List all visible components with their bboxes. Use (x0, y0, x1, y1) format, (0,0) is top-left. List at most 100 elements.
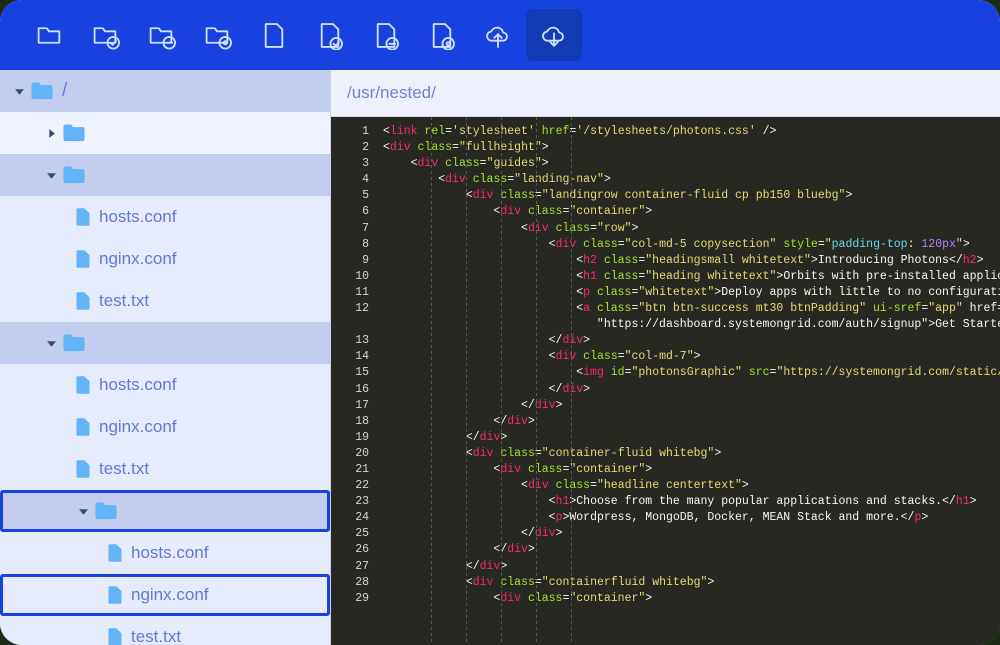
file-icon (108, 628, 122, 645)
tree-item-file[interactable]: hosts.conf (0, 532, 330, 574)
line-number: 24 (355, 511, 369, 525)
code-line: <div class="col-md-7"> (548, 350, 701, 364)
line-number: 10 (355, 269, 369, 283)
file-manager-window: / hosts.conf nginx.conf test.txt hosts.conf n… (0, 0, 1000, 645)
line-number: 18 (355, 414, 369, 428)
code-editor[interactable]: 1 2 3 4 5 6 7 8 9 10 11 12 13 14 15 16 17 18 19 20 21 22 23 24 2… (331, 117, 1000, 645)
line-number: 17 (355, 398, 369, 412)
main-pane: /usr/nested/ 1 2 3 4 5 6 7 8 9 10 11 12 13 14 15 16 17 18… (331, 70, 1000, 645)
path-bar[interactable]: /usr/nested/ (331, 70, 1000, 117)
file-label: nginx.conf (99, 249, 177, 268)
cloud-upload-icon (483, 21, 513, 50)
file-icon (76, 376, 90, 394)
code-line: </div> (521, 398, 563, 412)
tree-item-file[interactable]: test.txt (0, 448, 330, 490)
code-line: </div> (521, 527, 563, 541)
code-line: <div class="fullheight"> (383, 141, 549, 155)
file-icon (76, 418, 90, 436)
download-button[interactable] (526, 9, 582, 61)
tree-item-folder[interactable] (0, 154, 330, 196)
code-line: <p>Wordpress, MongoDB, Docker, MEAN Stac… (548, 511, 929, 525)
line-number: 14 (355, 350, 369, 364)
delete-folder-button[interactable] (134, 9, 190, 61)
line-number: 26 (355, 543, 369, 557)
tree-item-folder[interactable] (0, 322, 330, 364)
chevron-down-icon[interactable] (44, 168, 58, 182)
file-minus-icon (371, 21, 401, 50)
tree-item-folder[interactable] (0, 490, 330, 532)
line-number: 15 (355, 366, 369, 380)
code-line: <div class="guides"> (410, 157, 549, 171)
line-number: 2 (362, 141, 369, 155)
line-number: 11 (355, 285, 369, 299)
tree-item-root[interactable]: / (0, 70, 330, 112)
folder-info-button[interactable] (190, 9, 246, 61)
tree-item-file[interactable]: hosts.conf (0, 196, 330, 238)
code-line: </div> (493, 414, 535, 428)
line-number: 19 (355, 430, 369, 444)
new-file-button[interactable] (246, 9, 302, 61)
delete-file-button[interactable] (358, 9, 414, 61)
code-content[interactable]: <link rel='stylesheet' href='/stylesheet… (377, 117, 1000, 645)
new-file-check-button[interactable] (302, 9, 358, 61)
new-folder-button[interactable] (22, 9, 78, 61)
file-info-icon (427, 21, 457, 50)
code-line: <div class="container"> (493, 591, 653, 605)
tree-item-file[interactable]: nginx.conf (0, 238, 330, 280)
file-label: nginx.conf (99, 417, 177, 436)
chevron-right-icon[interactable] (44, 126, 58, 140)
cloud-download-icon (539, 21, 569, 50)
code-line: <div class="headline centertext"> (521, 479, 749, 493)
code-line: </div> (493, 543, 535, 557)
code-line: "https://dashboard.systemongrid.com/auth… (383, 318, 1000, 332)
chevron-down-icon[interactable] (12, 84, 26, 98)
file-tree-sidebar: / hosts.conf nginx.conf test.txt hosts.conf n… (0, 70, 331, 645)
tree-item-file[interactable]: test.txt (0, 616, 330, 645)
chevron-down-icon[interactable] (76, 504, 90, 518)
code-line: <div class="row"> (521, 221, 639, 235)
file-label: nginx.conf (131, 585, 209, 604)
file-label: hosts.conf (99, 375, 177, 394)
toolbar (0, 0, 1000, 70)
file-icon (108, 544, 122, 562)
line-number: 9 (362, 253, 369, 267)
folder-icon (63, 166, 85, 184)
file-label: test.txt (131, 627, 182, 645)
line-number: 13 (355, 334, 369, 348)
code-line: <div class="landing-nav"> (438, 173, 611, 187)
tree-item-folder[interactable] (0, 112, 330, 154)
code-line: <div class="col-md-5 copysection" style=… (548, 237, 970, 251)
folder-check-icon (91, 21, 121, 50)
line-number: 29 (355, 591, 369, 605)
window-body: / hosts.conf nginx.conf test.txt hosts.conf n… (0, 70, 1000, 645)
tree-item-file[interactable]: test.txt (0, 280, 330, 322)
line-number: 1 (362, 125, 369, 138)
chevron-down-icon[interactable] (44, 336, 58, 350)
file-icon (259, 21, 289, 50)
code-line: <h1 class="heading whitetext">Orbits wit… (576, 269, 1000, 283)
tree-item-file[interactable]: nginx.conf (0, 574, 330, 616)
file-icon (76, 250, 90, 268)
upload-button[interactable] (470, 9, 526, 61)
file-icon (76, 460, 90, 478)
code-line: <h1>Choose from the many popular applica… (548, 495, 977, 509)
tree-item-file[interactable]: hosts.conf (0, 364, 330, 406)
code-line: <h2 class="headingsmall whitetext">Intro… (576, 253, 984, 267)
folder-icon (63, 334, 85, 352)
file-tree: / hosts.conf nginx.conf test.txt hosts.conf n… (0, 70, 330, 645)
folder-info-icon (203, 21, 233, 50)
new-folder-check-button[interactable] (78, 9, 134, 61)
folder-icon (63, 124, 85, 142)
line-number: 25 (355, 527, 369, 541)
line-number: 21 (355, 462, 369, 476)
code-line: <div class="landingrow container-fluid c… (465, 189, 853, 203)
file-label: hosts.conf (99, 207, 177, 226)
line-number: 20 (355, 446, 369, 460)
code-line: <div class="container"> (493, 205, 653, 219)
line-number: 5 (362, 189, 369, 203)
file-check-icon (315, 21, 345, 50)
file-label: hosts.conf (131, 543, 209, 562)
line-number: 6 (362, 205, 369, 219)
tree-item-file[interactable]: nginx.conf (0, 406, 330, 448)
file-info-button[interactable] (414, 9, 470, 61)
